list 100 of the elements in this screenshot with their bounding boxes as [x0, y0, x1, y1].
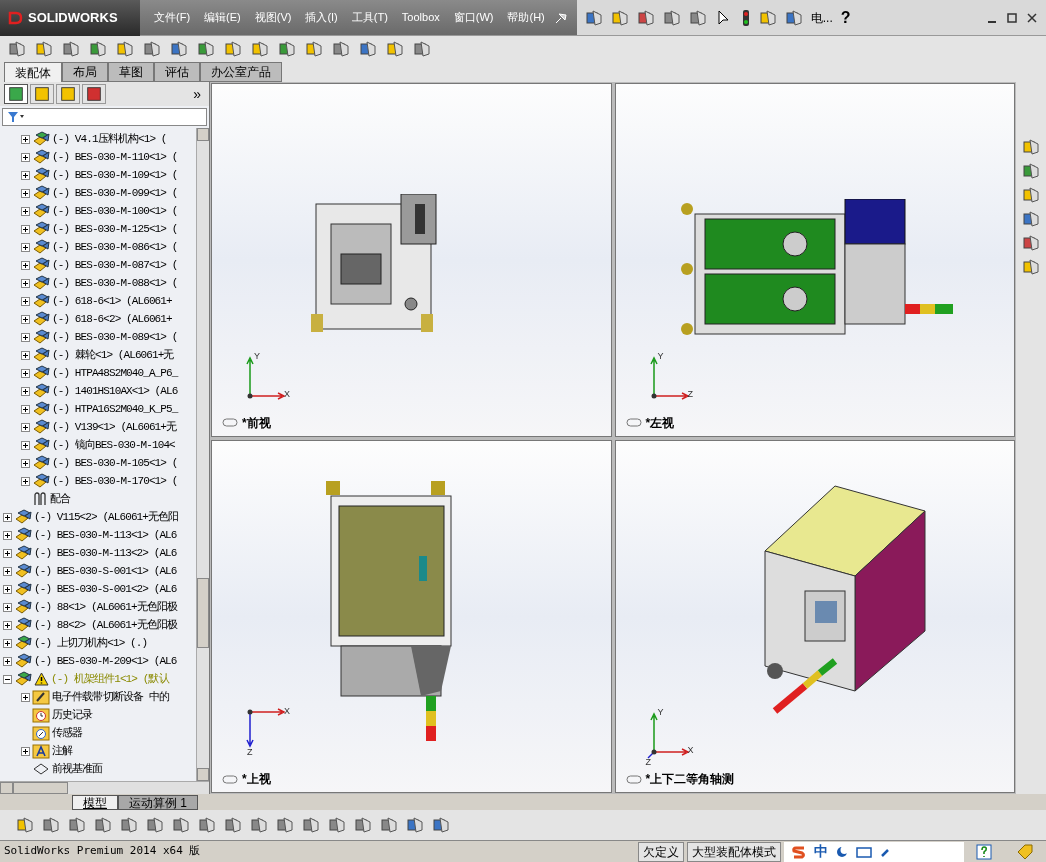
task-pane-icon[interactable] — [1022, 210, 1040, 228]
expand-toggle[interactable] — [3, 584, 12, 594]
tree-item[interactable]: (-) 1401HS10AX<1> (AL6 — [52, 382, 178, 400]
tree-item[interactable]: 注解 — [52, 742, 73, 760]
expand-toggle[interactable] — [21, 692, 30, 702]
expand-toggle[interactable] — [21, 188, 30, 198]
graphics-viewport[interactable]: Y X *前视 — [211, 83, 612, 437]
sketch-tool-icon[interactable] — [172, 816, 190, 834]
close-icon[interactable] — [1026, 11, 1038, 24]
collapse-toggle[interactable] — [3, 674, 12, 684]
menu-item[interactable]: 视图(V) — [248, 9, 298, 26]
tree-item[interactable]: (-) BES-030-M-086<1> ( — [52, 238, 178, 256]
command-tab[interactable]: 草图 — [108, 62, 154, 82]
tree-item[interactable]: 配合 — [50, 490, 71, 508]
tree-item[interactable]: (-) V115<2> (AL6061+无色阳 — [34, 508, 179, 526]
toolbar-icon[interactable] — [610, 8, 629, 27]
expand-toggle[interactable] — [21, 350, 30, 360]
menu-item[interactable]: 窗口(W) — [447, 9, 500, 26]
toolbar-icon[interactable] — [784, 8, 803, 27]
expand-toggle[interactable] — [3, 602, 12, 612]
expand-toggle[interactable] — [3, 548, 12, 558]
sketch-tool-icon[interactable] — [302, 816, 320, 834]
menu-item[interactable]: 工具(T) — [345, 9, 394, 26]
tree-item[interactable]: (-) BES-030-M-110<1> ( — [52, 148, 178, 166]
expand-toggle[interactable] — [21, 260, 30, 270]
tree-item[interactable]: (-) BES-030-S-001<2> (AL6 — [34, 580, 177, 598]
sketch-tool-icon[interactable] — [42, 816, 60, 834]
command-tab[interactable]: 装配体 — [4, 62, 62, 82]
command-tab[interactable]: 办公室产品 — [200, 62, 282, 82]
tree-item[interactable]: (-) 618-6<1> (AL6061+ — [52, 292, 172, 310]
expand-toggle[interactable] — [21, 422, 30, 432]
tree-item[interactable]: (-) BES-030-M-113<1> (AL6 — [34, 526, 177, 544]
tree-item[interactable]: (-) 上切刀机构<1> (.) — [34, 634, 148, 652]
sketch-tool-icon[interactable] — [16, 816, 34, 834]
tree-item[interactable]: (-) BES-030-M-109<1> ( — [52, 166, 178, 184]
tree-item[interactable]: (-) BES-030-M-105<1> ( — [52, 454, 178, 472]
expand-toggle[interactable] — [21, 206, 30, 216]
link-icon[interactable] — [625, 418, 642, 427]
toolbar-icon[interactable] — [8, 40, 26, 58]
keyboard-icon[interactable] — [856, 845, 872, 858]
expand-toggle[interactable] — [21, 746, 30, 756]
menu-item[interactable]: 插入(I) — [299, 9, 344, 26]
tree-item[interactable]: (-) BES-030-M-170<1> ( — [52, 472, 178, 490]
toolbar-icon[interactable] — [170, 40, 188, 58]
model-tab[interactable]: 运动算例 1 — [118, 795, 198, 810]
configuration-icon[interactable] — [56, 84, 80, 104]
toolbar-icon[interactable] — [758, 8, 777, 27]
tree-item[interactable]: (-) V139<1> (AL6061+无 — [52, 418, 177, 436]
help-icon[interactable] — [976, 843, 992, 860]
toolbar-icon[interactable] — [224, 40, 242, 58]
toolbar-icon[interactable] — [584, 8, 603, 27]
sketch-tool-icon[interactable] — [276, 816, 294, 834]
menu-item[interactable]: 文件(F) — [148, 9, 197, 26]
task-pane-icon[interactable] — [1022, 186, 1040, 204]
tree-item[interactable]: (-) BES-030-M-113<2> (AL6 — [34, 544, 177, 562]
tree-item[interactable]: 前视基准面 — [52, 760, 103, 778]
toolbar-icon[interactable] — [386, 40, 404, 58]
link-icon[interactable] — [222, 774, 238, 784]
graphics-viewport[interactable]: X Z *上视 — [211, 439, 612, 793]
expand-toggle[interactable] — [21, 152, 30, 162]
sketch-tool-icon[interactable] — [120, 816, 138, 834]
expand-toggle[interactable] — [3, 638, 12, 648]
model-tab[interactable]: 模型 — [72, 795, 118, 810]
toolbar-icon[interactable] — [305, 40, 323, 58]
sketch-tool-icon[interactable] — [380, 816, 398, 834]
expand-toggle[interactable] — [21, 134, 30, 144]
tree-item[interactable]: (-) BES-030-M-087<1> ( — [52, 256, 178, 274]
toolbar-icon[interactable] — [332, 40, 350, 58]
tree-item[interactable]: (-) HTPA48S2M040_A_P6_ — [52, 364, 178, 382]
command-tab[interactable]: 评估 — [154, 62, 200, 82]
toolbar-icon[interactable] — [62, 40, 80, 58]
tree-item[interactable]: (-) BES-030-M-089<1> ( — [52, 328, 178, 346]
toolbar-icon[interactable] — [662, 8, 681, 27]
expand-toggle[interactable] — [21, 386, 30, 396]
ime-toolbar[interactable]: 中 — [784, 841, 964, 862]
tree-item[interactable]: 历史记录 — [52, 706, 93, 724]
sketch-tool-icon[interactable] — [224, 816, 242, 834]
task-pane-icon[interactable] — [1022, 162, 1040, 180]
toolbar-label[interactable]: 电... — [810, 8, 833, 27]
task-pane-icon[interactable] — [1022, 138, 1040, 156]
help-button[interactable]: ? — [840, 5, 851, 30]
tree-item[interactable]: (-) 88<2> (AL6061+无色阳极 — [34, 616, 178, 634]
toolbar-icon[interactable] — [89, 40, 107, 58]
expand-toggle[interactable] — [21, 170, 30, 180]
graphics-viewport[interactable]: Y X Z *上下二等角轴测 — [614, 439, 1015, 793]
expand-toggle[interactable] — [21, 404, 30, 414]
tree-item[interactable]: 传感器 — [52, 724, 83, 742]
command-tab[interactable]: 布局 — [62, 62, 108, 82]
task-pane-icon[interactable] — [1022, 258, 1040, 276]
traffic-light-icon[interactable] — [740, 8, 751, 27]
tree-item[interactable]: (-) BES-030-M-088<1> ( — [52, 274, 178, 292]
tree-item[interactable]: (-) HTPA16S2M040_K_P5_ — [52, 400, 178, 418]
sketch-tool-icon[interactable] — [146, 816, 164, 834]
expand-toggle[interactable] — [3, 566, 12, 576]
menu-item[interactable]: Toolbox — [395, 9, 446, 26]
toolbar-icon[interactable] — [35, 40, 53, 58]
tree-item[interactable]: (-) 618-6<2> (AL6061+ — [52, 310, 172, 328]
expand-toggle[interactable] — [3, 656, 12, 666]
expand-toggle[interactable] — [21, 440, 30, 450]
toolbar-icon[interactable] — [636, 8, 655, 27]
